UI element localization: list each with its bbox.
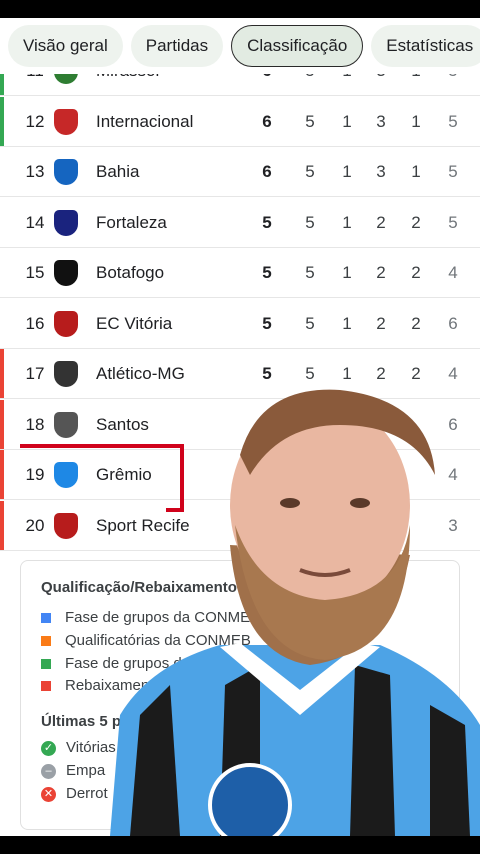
last5-item: ✕ Derrot [41,785,108,802]
stat-last: 4 [448,263,458,282]
position: 13 [25,162,45,181]
stat-p: 5 [305,263,315,282]
legend-blue-square [41,613,51,624]
stat-last: 6 [448,313,458,333]
team-crest-icon [54,260,78,286]
team-crest-icon [54,209,78,236]
zone-indicator [0,399,4,449]
stat-l: 1 [411,162,421,181]
team-crest-icon [54,411,78,438]
zone-indicator [0,96,4,146]
stat-pts: 5 [262,313,272,333]
table-row[interactable]: 16 EC Vitória 5 5 1 2 2 6 [0,299,480,349]
table-row[interactable]: 14 Fortaleza 5 5 1 2 2 5 [0,198,480,248]
tab-stats[interactable]: Estatísticas [371,25,480,67]
position: 16 [25,313,45,333]
stat-w: 1 [342,162,352,181]
team-crest-icon [54,462,78,488]
stat-pts: 5 [262,263,272,282]
position: 12 [25,111,45,131]
team-name: Bahia [96,162,140,181]
zone-indicator [0,349,4,398]
table-row[interactable]: 12 Internacional 6 5 1 3 1 5 [0,96,480,147]
team-crest-icon [54,108,78,135]
stat-p: 5 [305,364,315,383]
nav-bar [0,836,480,854]
stat-d: 2 [376,364,386,383]
stat-l: 2 [411,313,421,333]
stat-l: 2 [411,263,421,282]
stat-d: 2 [376,263,386,282]
team-crest-icon [54,310,78,337]
position: 20 [25,515,45,535]
position: 14 [25,212,45,232]
check-icon: ✓ [41,740,56,756]
stat-p: 5 [305,212,315,232]
stat-pts: 6 [262,111,272,131]
team-crest-icon [54,361,78,387]
table-row[interactable]: 15 Botafogo 5 5 1 2 2 4 [0,248,480,298]
stat-last: 5 [448,162,458,181]
stat-pts: 6 [262,162,272,181]
legend-red-square [41,681,51,692]
position: 19 [25,465,45,484]
tab-matches[interactable]: Partidas [130,25,224,67]
legend-orange-square [41,636,51,647]
stat-d: 2 [376,313,386,333]
close-icon: ✕ [41,786,56,802]
position: 15 [25,263,45,282]
zone-indicator [0,500,4,550]
team-name: Internacional [96,111,194,131]
team-crest-icon [54,159,78,185]
stat-w: 1 [342,263,352,282]
presenter-video-overlay [110,389,480,836]
stat-last: 4 [448,364,458,383]
last5-label: Vitórias [66,739,116,756]
legend-green-square [41,659,51,670]
screen: 11Mirassol65131512Internacional65131513B… [0,0,480,854]
stat-pts: 5 [262,364,272,383]
team-crest-icon [54,512,78,539]
stat-last: 5 [448,212,458,232]
team-name: Atlético-MG [96,364,185,383]
stat-w: 1 [342,313,352,333]
team-name: Botafogo [96,263,165,282]
stat-l: 1 [411,111,421,131]
team-name: Fortaleza [96,212,167,232]
stat-w: 1 [342,212,352,232]
stat-l: 2 [411,364,421,383]
last5-label: Derrot [66,785,108,802]
stat-pts: 5 [262,212,272,232]
tab-standings[interactable]: Classificação [231,25,364,67]
minus-icon: – [41,763,56,779]
stat-p: 5 [305,313,315,333]
last5-label: Empa [66,762,106,779]
position: 17 [25,364,45,383]
stat-w: 1 [342,111,352,131]
stat-d: 2 [376,212,386,232]
stat-d: 3 [376,111,386,131]
stat-p: 5 [305,111,315,131]
last5-item: ✓ Vitórias [41,739,116,756]
team-name: EC Vitória [96,313,173,333]
tab-overview[interactable]: Visão geral [8,25,123,67]
last5-item: – Empa [41,762,105,779]
stat-p: 5 [305,162,315,181]
position: 18 [25,414,45,434]
stat-w: 1 [342,364,352,383]
tab-bar: Visão geral Partidas Classificação Estat… [0,18,480,74]
stat-l: 2 [411,212,421,232]
status-bar [0,0,480,18]
stat-d: 3 [376,162,386,181]
stat-last: 5 [448,111,458,131]
table-row[interactable]: 13 Bahia 6 5 1 3 1 5 [0,147,480,197]
zone-indicator [0,450,4,499]
